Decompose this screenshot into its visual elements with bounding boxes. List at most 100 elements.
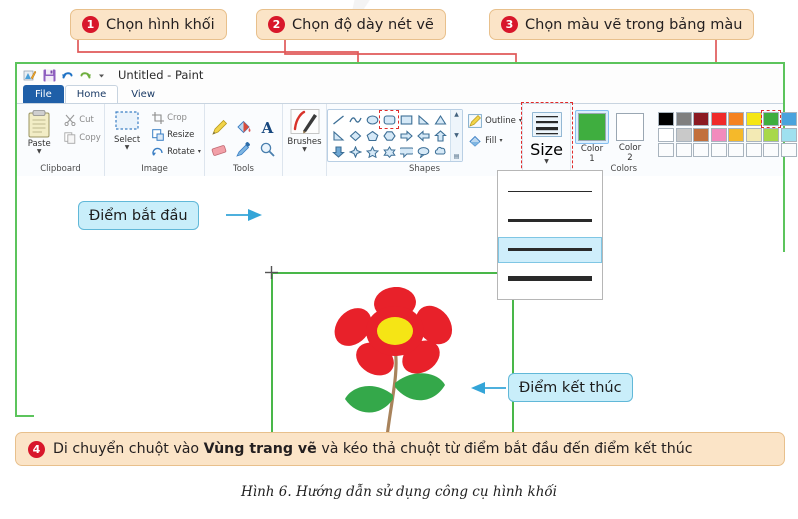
magnifier-icon[interactable] xyxy=(257,140,279,160)
shape-oval[interactable] xyxy=(364,112,380,127)
color-swatch-r2-c7[interactable] xyxy=(763,127,779,142)
cut-button[interactable]: Cut xyxy=(64,112,101,127)
step-badge-1: 1 xyxy=(82,16,99,33)
color-swatch-r3-c2[interactable] xyxy=(675,143,692,157)
color-palette[interactable] xyxy=(658,110,798,157)
color-swatch-r1-c6[interactable] xyxy=(745,112,762,126)
brushes-button[interactable]: Brushes ▼ xyxy=(287,109,323,153)
shape-oval-callout[interactable] xyxy=(415,144,431,159)
paste-chevron-down-icon[interactable]: ▼ xyxy=(37,149,42,155)
color-swatch-r1-c2[interactable] xyxy=(675,112,692,126)
color-swatch-r1-c7[interactable] xyxy=(761,110,781,128)
color-swatch-r2-c3[interactable] xyxy=(693,127,709,142)
qat-chevron-down-icon[interactable] xyxy=(97,71,106,80)
color-swatch-r1-c1[interactable] xyxy=(658,112,674,126)
shapes-gallery[interactable]: ▲ ▼ ▤ xyxy=(327,109,464,162)
tab-file[interactable]: File xyxy=(23,85,64,103)
save-icon[interactable] xyxy=(43,69,56,82)
color-swatch-r3-c7[interactable] xyxy=(763,143,779,157)
color-1-swatch-frame xyxy=(575,110,609,144)
color-1-swatch[interactable] xyxy=(578,113,606,141)
shape-rounded-callout[interactable] xyxy=(398,144,414,159)
shape-five-point-star[interactable] xyxy=(364,144,380,159)
shape-left-arrow[interactable] xyxy=(415,128,431,143)
shapes-scroll-up-icon[interactable]: ▲ xyxy=(454,111,459,118)
color-swatch-r2-c5[interactable] xyxy=(728,127,744,142)
tab-view[interactable]: View xyxy=(119,85,167,103)
shape-rounded-rectangle[interactable] xyxy=(379,110,400,129)
fill-chevron-down-icon[interactable]: ▾ xyxy=(499,137,502,144)
shape-hexagon[interactable] xyxy=(381,128,397,143)
paste-button[interactable]: Paste ▼ xyxy=(20,109,58,155)
shape-triangle-2[interactable] xyxy=(330,128,346,143)
shape-right-triangle[interactable] xyxy=(415,112,431,127)
callout-step-4: 4 Di chuyển chuột vào Vùng trang vẽ và k… xyxy=(15,432,785,466)
select-chevron-down-icon[interactable]: ▼ xyxy=(125,145,130,151)
eraser-icon[interactable] xyxy=(209,140,231,160)
fill-button[interactable]: Fill ▾ xyxy=(468,133,522,148)
color-swatch-r3-c1[interactable] xyxy=(658,143,674,157)
pencil-icon[interactable] xyxy=(209,118,231,138)
color-swatch-r1-c5[interactable] xyxy=(728,112,744,126)
color-swatch-r1-c3[interactable] xyxy=(693,112,709,126)
tools-group-label: Tools xyxy=(233,164,254,174)
outline-button[interactable]: Outline ▾ xyxy=(468,113,522,128)
tab-home[interactable]: Home xyxy=(64,85,119,103)
color-swatch-r2-c4[interactable] xyxy=(710,127,727,142)
size-option-4[interactable] xyxy=(498,266,602,292)
shape-right-arrow[interactable] xyxy=(398,128,414,143)
ribbon-group-colors: Color 1 Color 2 Colors xyxy=(571,104,798,176)
copy-button[interactable]: Copy xyxy=(64,130,101,145)
color-2[interactable]: Color 2 xyxy=(614,110,646,163)
rotate-button[interactable]: Rotate ▾ xyxy=(152,144,201,159)
text-a-icon[interactable]: A xyxy=(257,118,279,138)
shapes-expand-icon[interactable]: ▤ xyxy=(454,153,460,160)
outline-chevron-down-icon[interactable]: ▾ xyxy=(519,117,522,124)
crop-button[interactable]: Crop xyxy=(152,110,201,125)
brushes-chevron-down-icon[interactable]: ▼ xyxy=(302,147,307,153)
fill-bucket-icon[interactable] xyxy=(233,118,255,138)
size-option-3[interactable] xyxy=(498,236,602,263)
callout-step-3: 3 Chọn màu vẽ trong bảng màu xyxy=(489,9,755,40)
color-swatch-r2-c2[interactable] xyxy=(675,127,692,142)
color-picker-icon[interactable] xyxy=(233,140,255,160)
rotate-chevron-down-icon[interactable]: ▾ xyxy=(198,148,201,155)
shape-curve[interactable] xyxy=(347,112,363,127)
color-2-swatch[interactable] xyxy=(616,113,644,141)
shape-rectangle[interactable] xyxy=(398,112,414,127)
shapes-scroll-down-icon[interactable]: ▼ xyxy=(454,132,459,139)
shape-cloud-callout[interactable] xyxy=(432,144,448,159)
fill-icon xyxy=(469,135,481,147)
color-swatch-r2-c8[interactable] xyxy=(780,127,797,142)
size-dropdown-menu[interactable] xyxy=(497,170,603,300)
color-swatch-r2-c6[interactable] xyxy=(745,127,762,142)
ribbon: Paste ▼ Cut Copy Clipboard Select ▼ Crop… xyxy=(17,102,797,178)
undo-icon[interactable] xyxy=(61,69,74,82)
color-swatch-r2-c1[interactable] xyxy=(658,127,674,142)
shape-up-arrow[interactable] xyxy=(432,128,448,143)
ribbon-group-size[interactable]: Size ▼ xyxy=(521,102,573,178)
resize-button[interactable]: Resize xyxy=(152,127,201,142)
size-button[interactable]: Size ▼ xyxy=(527,109,567,165)
color-swatch-r3-c3[interactable] xyxy=(693,143,709,157)
shape-diamond[interactable] xyxy=(347,128,363,143)
select-button[interactable]: Select ▼ xyxy=(108,109,146,151)
color-swatch-r3-c4[interactable] xyxy=(710,143,727,157)
shape-line[interactable] xyxy=(330,112,346,127)
shape-six-point-star[interactable] xyxy=(381,144,397,159)
shape-triangle[interactable] xyxy=(432,112,448,127)
shapes-scroll-buttons[interactable]: ▲ ▼ ▤ xyxy=(450,110,463,161)
color-swatch-r3-c5[interactable] xyxy=(728,143,744,157)
shape-four-point-star[interactable] xyxy=(347,144,363,159)
redo-icon[interactable] xyxy=(79,69,92,82)
color-swatch-r3-c6[interactable] xyxy=(745,143,762,157)
shape-down-arrow[interactable] xyxy=(330,144,346,159)
color-1[interactable]: Color 1 xyxy=(575,110,609,164)
color-swatch-r1-c8[interactable] xyxy=(780,112,797,126)
size-option-1[interactable] xyxy=(498,179,602,205)
color-swatch-r1-c4[interactable] xyxy=(710,112,727,126)
color-swatch-r3-c8[interactable] xyxy=(780,143,797,157)
size-option-2[interactable] xyxy=(498,208,602,234)
ribbon-group-tools: A Tools xyxy=(205,104,283,176)
shape-pentagon[interactable] xyxy=(364,128,380,143)
